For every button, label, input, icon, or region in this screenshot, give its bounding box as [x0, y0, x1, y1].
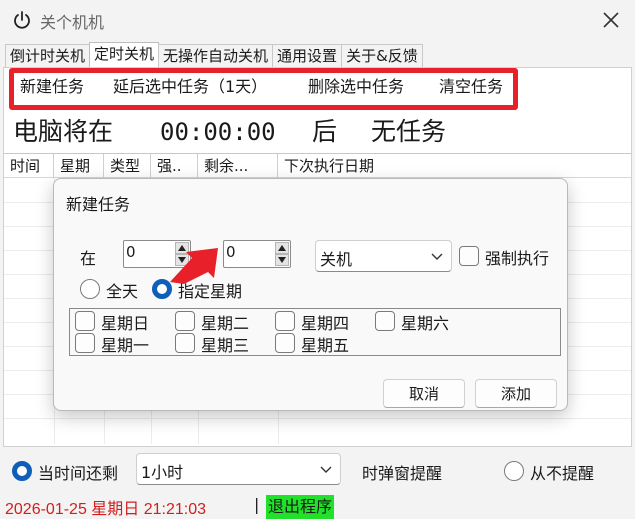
friday-checkbox[interactable] — [275, 333, 295, 353]
column-weekday[interactable]: 星期 — [54, 154, 104, 178]
tuesday-label: 星期二 — [201, 314, 250, 333]
minute-up-button[interactable] — [275, 242, 289, 254]
column-remaining[interactable]: 剩余... — [198, 154, 278, 178]
all-day-label: 全天 — [106, 282, 139, 301]
minute-stepper[interactable]: 0 — [223, 240, 291, 268]
column-next-run[interactable]: 下次执行日期 — [278, 154, 631, 178]
thursday-label: 星期四 — [301, 314, 350, 333]
sunday-label: 星期日 — [101, 314, 150, 333]
chevron-down-icon — [320, 466, 332, 473]
column-type[interactable]: 类型 — [104, 154, 151, 178]
sunday-checkbox[interactable] — [75, 311, 95, 331]
new-task-dialog: 新建任务 在 0 0 关机 强制执行 全天 指定星期 星期日 星期二 星期四 星… — [53, 178, 568, 411]
status-suffix: 后 — [312, 117, 338, 146]
power-icon — [14, 11, 30, 29]
specific-day-radio[interactable] — [152, 279, 172, 299]
dialog-title: 新建任务 — [66, 195, 131, 214]
tab-strip: 倒计时关机 定时关机 无操作自动关机 通用设置 关于&反馈 — [5, 42, 423, 68]
tab-scheduled-shutdown[interactable]: 定时关机 — [89, 42, 160, 68]
toolbar-highlight-box — [9, 68, 518, 110]
annotation-arrow-icon — [170, 248, 218, 284]
exit-button[interactable]: 退出程序 — [266, 495, 335, 519]
force-label: 强制执行 — [485, 249, 550, 268]
footer-separator: | — [254, 495, 260, 514]
remain-value: 1小时 — [141, 463, 184, 482]
status-time: 00:00:00 — [160, 118, 276, 146]
action-value: 关机 — [320, 250, 353, 269]
saturday-checkbox[interactable] — [375, 311, 395, 331]
tab-about-feedback[interactable]: 关于&反馈 — [341, 44, 423, 68]
never-remind-label: 从不提醒 — [530, 464, 595, 483]
table-header: 时间 星期 类型 强.. 剩余... 下次执行日期 — [4, 154, 631, 178]
close-button[interactable] — [598, 8, 624, 32]
remain-radio[interactable] — [12, 461, 32, 481]
current-datetime: 2026-01-25 星期日 21:21:03 — [5, 501, 207, 518]
popup-label: 时弹窗提醒 — [362, 464, 443, 483]
tab-countdown-shutdown[interactable]: 倒计时关机 — [5, 44, 91, 68]
hour-value: 0 — [126, 243, 136, 261]
never-remind-radio[interactable] — [504, 461, 524, 481]
tab-general-settings[interactable]: 通用设置 — [272, 44, 343, 68]
minute-down-button[interactable] — [275, 254, 289, 266]
force-checkbox[interactable] — [459, 246, 479, 266]
saturday-label: 星期六 — [401, 314, 450, 333]
weekday-group: 星期日 星期二 星期四 星期六 星期一 星期三 星期五 — [69, 308, 561, 356]
thursday-checkbox[interactable] — [275, 311, 295, 331]
friday-label: 星期五 — [301, 336, 350, 355]
wednesday-label: 星期三 — [201, 336, 250, 355]
action-select[interactable]: 关机 — [315, 240, 452, 272]
wednesday-checkbox[interactable] — [175, 333, 195, 353]
grid-line — [4, 418, 631, 419]
window-title: 关个机机 — [40, 13, 105, 32]
monday-checkbox[interactable] — [75, 333, 95, 353]
status-task: 无任务 — [371, 117, 447, 146]
title-bar: 关个机机 — [0, 0, 635, 40]
tab-idle-shutdown[interactable]: 无操作自动关机 — [158, 44, 274, 68]
remain-select[interactable]: 1小时 — [136, 453, 341, 485]
remain-label: 当时间还剩 — [38, 464, 119, 483]
close-icon — [603, 12, 619, 28]
add-button[interactable]: 添加 — [475, 379, 557, 408]
triangle-up-icon — [278, 245, 286, 251]
column-time[interactable]: 时间 — [4, 154, 54, 178]
status-prefix: 电脑将在 — [13, 117, 114, 146]
cancel-button[interactable]: 取消 — [383, 379, 465, 408]
all-day-radio[interactable] — [80, 279, 100, 299]
tuesday-checkbox[interactable] — [175, 311, 195, 331]
chevron-down-icon — [431, 253, 443, 260]
triangle-down-icon — [278, 257, 286, 263]
minute-value: 0 — [226, 243, 236, 261]
monday-label: 星期一 — [101, 336, 150, 355]
at-label: 在 — [80, 249, 97, 268]
column-force[interactable]: 强.. — [151, 154, 198, 178]
